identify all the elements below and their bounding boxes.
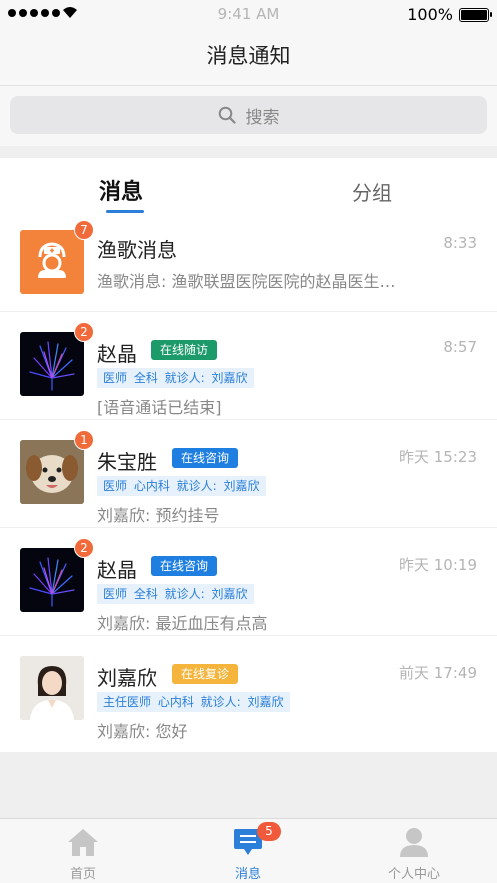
conversation-preview: 渔歌消息: 渔歌联盟医院医院的赵晶医生…	[97, 272, 396, 291]
doctor-info: 医师 全科 就诊人: 刘嘉欣	[97, 368, 254, 388]
conversation-time: 8:57	[443, 338, 477, 356]
conversation-row[interactable]: 2 赵晶 在线咨询 昨天 10:19 医师 全科 就诊人: 刘嘉欣 刘嘉欣: 最…	[0, 528, 497, 636]
nurse-icon	[20, 230, 84, 294]
tab-messages-label: 消息	[234, 867, 261, 882]
conversation-name: 赵晶	[97, 558, 137, 582]
nav-bar: 消息通知	[0, 30, 497, 86]
bottom-tab-bar: 首页 5 消息 个人中心	[0, 818, 497, 883]
conversation-preview: 刘嘉欣: 最近血压有点高	[97, 614, 268, 633]
battery-icon	[459, 8, 492, 22]
tab-home-label: 首页	[69, 867, 96, 882]
segment-tabs: 消息 分组	[0, 158, 497, 216]
conversation-name: 赵晶	[97, 342, 137, 366]
conversation-row[interactable]: 刘嘉欣 在线复诊 前天 17:49 主任医师 心内科 就诊人: 刘嘉欣 刘嘉欣:…	[0, 636, 497, 744]
unread-badge: 2	[74, 538, 94, 558]
conversation-preview: 刘嘉欣: 预约挂号	[97, 506, 220, 525]
avatar	[20, 332, 84, 396]
unread-badge: 7	[74, 220, 94, 240]
status-tag: 在线复诊	[172, 664, 239, 684]
battery-percent: 100%	[407, 5, 453, 24]
doctor-photo	[20, 656, 84, 720]
search-input[interactable]: 搜索	[10, 96, 487, 134]
unread-badge: 2	[74, 322, 94, 342]
conversation-time: 8:33	[443, 234, 477, 252]
conversation-time: 昨天 10:19	[399, 556, 477, 574]
status-tag: 在线随访	[151, 340, 218, 360]
status-tag: 在线咨询	[151, 556, 218, 576]
tab-home[interactable]: 首页	[23, 819, 143, 883]
conversation-preview: 刘嘉欣: 您好	[97, 722, 188, 741]
conversation-name: 朱宝胜	[97, 450, 157, 474]
conversation-row[interactable]: 7 渔歌消息 8:33 渔歌消息: 渔歌联盟医院医院的赵晶医生…	[0, 216, 497, 312]
avatar	[20, 548, 84, 612]
tab-profile[interactable]: 个人中心	[354, 819, 474, 883]
tab-messages[interactable]: 消息	[99, 174, 143, 206]
doctor-info: 主任医师 心内科 就诊人: 刘嘉欣	[97, 692, 290, 712]
user-icon	[400, 828, 428, 857]
tab-profile-label: 个人中心	[387, 867, 440, 882]
conversation-name: 渔歌消息	[97, 238, 177, 262]
tab-messages-nav[interactable]: 5 消息	[188, 819, 308, 883]
dog-photo	[20, 440, 84, 504]
page-title: 消息通知	[206, 44, 291, 68]
conversation-time: 前天 17:49	[399, 664, 477, 682]
search-icon	[218, 106, 236, 124]
tab-active-indicator	[106, 210, 144, 213]
doctor-info: 医师 心内科 就诊人: 刘嘉欣	[97, 476, 266, 496]
status-tag: 在线咨询	[172, 448, 239, 468]
doctor-info: 医师 全科 就诊人: 刘嘉欣	[97, 584, 254, 604]
message-count-badge: 5	[257, 822, 281, 841]
home-icon	[68, 829, 98, 856]
status-bar: 9:41 AM 100%	[0, 0, 497, 30]
message-panel: 消息 分组 7 渔歌消息 8:33 渔歌消息: 渔歌联盟医院医院的赵晶医生… 2…	[0, 158, 497, 752]
conversation-row[interactable]: 1 朱宝胜 在线咨询 昨天 15:23 医师 心内科 就诊人: 刘嘉欣 刘嘉欣:…	[0, 420, 497, 528]
conversation-row[interactable]: 2 赵晶 在线随访 8:57 医师 全科 就诊人: 刘嘉欣 [语音通话已结束]	[0, 312, 497, 420]
tab-groups[interactable]: 分组	[352, 177, 392, 206]
search-area: 搜索	[0, 86, 497, 146]
search-placeholder: 搜索	[245, 107, 280, 128]
conversation-time: 昨天 15:23	[399, 448, 477, 466]
unread-badge: 1	[74, 430, 94, 450]
conversation-preview: [语音通话已结束]	[97, 398, 222, 417]
conversation-name: 刘嘉欣	[97, 666, 157, 690]
